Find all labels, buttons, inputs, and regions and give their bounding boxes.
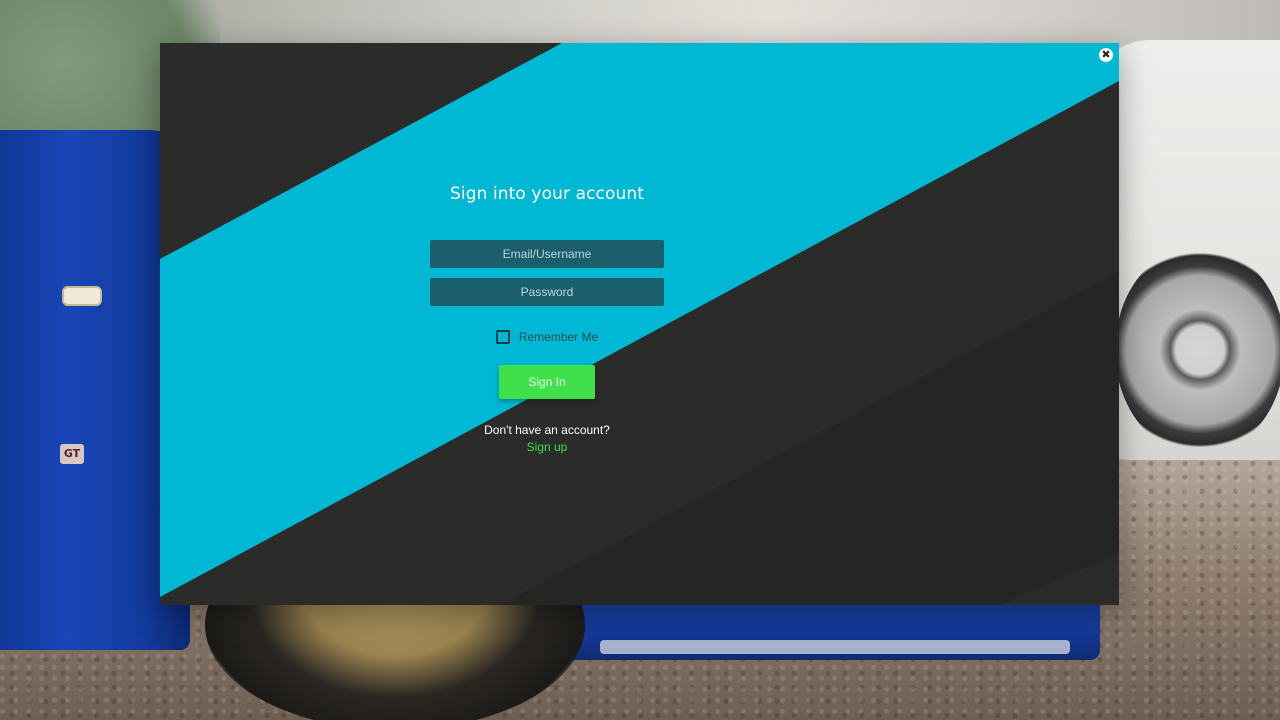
remember-me-label[interactable]: Remember Me — [519, 330, 598, 344]
close-icon: ✖ — [1101, 48, 1111, 61]
background-side-marker — [62, 286, 102, 306]
sign-in-button[interactable]: Sign In — [499, 365, 595, 399]
background-rear-wheel — [1115, 245, 1280, 455]
remember-me-checkbox[interactable] — [495, 330, 510, 344]
sign-up-link[interactable]: Sign up — [527, 440, 568, 454]
background-car-trim — [600, 640, 1070, 654]
no-account-text: Don't have an account? — [484, 423, 610, 437]
close-button[interactable]: ✖ — [1099, 48, 1113, 62]
login-dialog: ✖ Sign into your account Remember Me Sig… — [160, 43, 1119, 605]
page-title: Sign into your account — [449, 184, 644, 204]
password-input[interactable] — [430, 278, 664, 306]
remember-me-row: Remember Me — [430, 328, 664, 346]
email-username-input[interactable] — [430, 240, 664, 268]
background-gt-emblem: GT — [60, 444, 84, 464]
login-form: Sign into your account Remember Me Sign … — [430, 184, 664, 456]
